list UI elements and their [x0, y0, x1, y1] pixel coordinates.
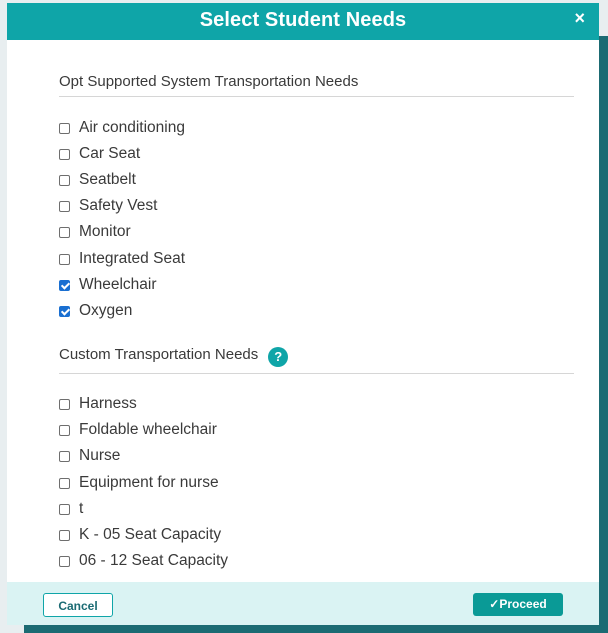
dialog-body: Opt Supported System Transportation Need… [7, 40, 599, 582]
dialog-titlebar: Select Student Needs × [7, 3, 599, 40]
help-icon[interactable]: ? [268, 347, 289, 367]
checkbox-label: K - 05 Seat Capacity [79, 526, 222, 543]
checkbox-label: Nurse [79, 447, 121, 464]
cancel-button[interactable]: Cancel [43, 593, 113, 617]
checkbox-label: Car Seat [79, 145, 141, 162]
checkbox-box[interactable] [59, 503, 70, 515]
checkbox-box[interactable] [59, 398, 70, 410]
select-student-needs-dialog: Select Student Needs × Opt Supported Sys… [7, 3, 599, 625]
checkbox-label: Foldable wheelchair [79, 421, 217, 438]
checkbox-label: 06 - 12 Seat Capacity [79, 552, 229, 569]
checkbox-label: Harness [79, 395, 137, 412]
checkbox-foldable-wheelchair[interactable]: Foldable wheelchair [59, 420, 217, 440]
checkbox-integrated-seat[interactable]: Integrated Seat [59, 249, 185, 269]
close-icon[interactable]: × [574, 8, 585, 29]
section-heading-custom-needs: Custom Transportation Needs? [59, 346, 574, 374]
checkbox-seatbelt[interactable]: Seatbelt [59, 170, 136, 190]
checkbox-monitor[interactable]: Monitor [59, 222, 131, 242]
checkbox-nurse[interactable]: Nurse [59, 446, 120, 466]
checkbox-label: Monitor [79, 223, 131, 240]
checkbox-box[interactable] [59, 424, 70, 436]
checkbox-box-checked[interactable] [59, 279, 70, 291]
checkbox-box[interactable] [59, 122, 70, 134]
checkbox-label: Seatbelt [79, 171, 136, 188]
checkbox-label: Air conditioning [79, 119, 185, 136]
checkbox-box[interactable] [59, 174, 70, 186]
checkbox-label: Integrated Seat [79, 250, 185, 267]
checkbox-wheelchair[interactable]: Wheelchair [59, 275, 157, 295]
checkbox-label: Safety Vest [79, 197, 158, 214]
checkbox-label: Wheelchair [79, 276, 157, 293]
checkbox-car-seat[interactable]: Car Seat [59, 144, 140, 164]
checkbox-oxygen[interactable]: Oxygen [59, 301, 132, 321]
checkbox-box[interactable] [59, 148, 70, 160]
checkbox-label: Equipment for nurse [79, 474, 219, 491]
section-heading-system-needs: Opt Supported System Transportation Need… [59, 73, 574, 97]
checkbox-box-checked[interactable] [59, 305, 70, 317]
checkbox-box[interactable] [59, 529, 70, 541]
checkbox-label: t [79, 500, 84, 517]
checkbox-safety-vest[interactable]: Safety Vest [59, 196, 157, 216]
checkbox-box[interactable] [59, 477, 70, 489]
checkbox-box[interactable] [59, 253, 70, 265]
checkbox-t[interactable]: t [59, 499, 83, 519]
section-heading-text: Custom Transportation Needs [59, 346, 259, 363]
checkbox-label: Oxygen [79, 302, 133, 319]
checkbox-k-05-seat-capacity[interactable]: K - 05 Seat Capacity [59, 525, 221, 545]
checkbox-equipment-for-nurse[interactable]: Equipment for nurse [59, 473, 219, 493]
checkbox-box[interactable] [59, 200, 70, 212]
checkbox-box[interactable] [59, 555, 70, 567]
dialog-footer: Cancel ✓Proceed [7, 582, 599, 625]
checkbox-box[interactable] [59, 450, 70, 462]
proceed-button[interactable]: ✓Proceed [473, 593, 563, 616]
checkbox-box[interactable] [59, 226, 70, 238]
checkbox-harness[interactable]: Harness [59, 394, 137, 414]
checkbox-06-12-seat-capacity[interactable]: 06 - 12 Seat Capacity [59, 551, 228, 571]
dialog-title: Select Student Needs [199, 9, 407, 31]
checkbox-air-conditioning[interactable]: Air conditioning [59, 118, 185, 138]
